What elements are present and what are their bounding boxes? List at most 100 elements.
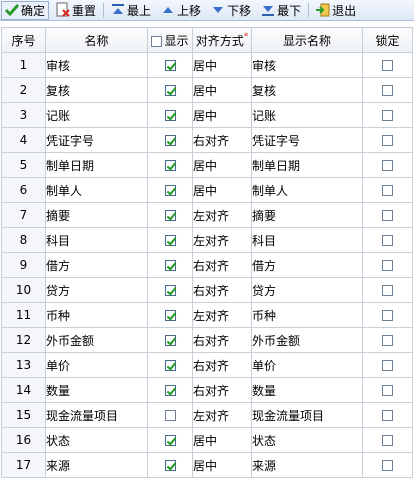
lock-checkbox[interactable] <box>382 360 393 371</box>
reset-button[interactable]: 重置 <box>53 1 99 20</box>
row-align[interactable]: 左对齐 <box>192 227 252 253</box>
show-checkbox[interactable] <box>164 285 176 296</box>
row-display-name[interactable]: 状态 <box>251 427 363 453</box>
move-bottom-button[interactable]: 最下 <box>258 1 304 20</box>
row-align[interactable]: 居中 <box>192 102 252 128</box>
row-lock-cell[interactable] <box>362 452 413 478</box>
table-row[interactable]: 12 外币金额 右对齐 外币金额 <box>1 327 413 353</box>
row-lock-cell[interactable] <box>362 102 413 128</box>
row-lock-cell[interactable] <box>362 377 413 403</box>
show-checkbox[interactable] <box>164 360 176 371</box>
table-row[interactable]: 6 制单人 居中 制单人 <box>1 177 413 203</box>
show-checkbox[interactable] <box>164 435 176 446</box>
row-align[interactable]: 左对齐 <box>192 302 252 328</box>
row-lock-cell[interactable] <box>362 252 413 278</box>
row-lock-cell[interactable] <box>362 277 413 303</box>
row-display-name[interactable]: 制单日期 <box>251 152 363 178</box>
row-lock-cell[interactable] <box>362 127 413 153</box>
exit-button[interactable]: 退出 <box>313 1 359 20</box>
row-align[interactable]: 居中 <box>192 77 252 103</box>
lock-checkbox[interactable] <box>382 435 393 446</box>
row-align[interactable]: 右对齐 <box>192 377 252 403</box>
table-row[interactable]: 11 币种 左对齐 币种 <box>1 302 413 328</box>
row-align[interactable]: 居中 <box>192 427 252 453</box>
table-row[interactable]: 2 复核 居中 复核 <box>1 77 413 103</box>
row-align[interactable]: 左对齐 <box>192 202 252 228</box>
table-row[interactable]: 3 记账 居中 记账 <box>1 102 413 128</box>
table-row[interactable]: 9 借方 右对齐 借方 <box>1 252 413 278</box>
row-show-cell[interactable] <box>147 377 193 403</box>
row-display-name[interactable]: 单价 <box>251 352 363 378</box>
row-show-cell[interactable] <box>147 402 193 428</box>
lock-checkbox[interactable] <box>382 85 393 96</box>
row-lock-cell[interactable] <box>362 352 413 378</box>
row-lock-cell[interactable] <box>362 302 413 328</box>
row-align[interactable]: 右对齐 <box>192 252 252 278</box>
row-display-name[interactable]: 外币金额 <box>251 327 363 353</box>
lock-checkbox[interactable] <box>382 335 393 346</box>
row-align[interactable]: 右对齐 <box>192 327 252 353</box>
row-show-cell[interactable] <box>147 77 193 103</box>
move-down-button[interactable]: 下移 <box>208 1 254 20</box>
row-display-name[interactable]: 币种 <box>251 302 363 328</box>
lock-checkbox[interactable] <box>382 185 393 196</box>
row-show-cell[interactable] <box>147 452 193 478</box>
row-display-name[interactable]: 借方 <box>251 252 363 278</box>
row-display-name[interactable]: 摘要 <box>251 202 363 228</box>
row-show-cell[interactable] <box>147 127 193 153</box>
row-display-name[interactable]: 来源 <box>251 452 363 478</box>
row-show-cell[interactable] <box>147 177 193 203</box>
row-lock-cell[interactable] <box>362 152 413 178</box>
table-row[interactable]: 1 审核 居中 审核 <box>1 52 413 78</box>
row-show-cell[interactable] <box>147 202 193 228</box>
row-align[interactable]: 居中 <box>192 452 252 478</box>
lock-checkbox[interactable] <box>382 235 393 246</box>
lock-checkbox[interactable] <box>382 285 393 296</box>
row-align[interactable]: 右对齐 <box>192 352 252 378</box>
show-checkbox[interactable] <box>164 160 176 171</box>
table-row[interactable]: 4 凭证字号 右对齐 凭证字号 <box>1 127 413 153</box>
show-checkbox[interactable] <box>164 385 176 396</box>
row-align[interactable]: 左对齐 <box>192 402 252 428</box>
row-display-name[interactable]: 凭证字号 <box>251 127 363 153</box>
row-show-cell[interactable] <box>147 327 193 353</box>
row-show-cell[interactable] <box>147 227 193 253</box>
row-display-name[interactable]: 数量 <box>251 377 363 403</box>
show-checkbox[interactable] <box>164 235 176 246</box>
table-row[interactable]: 8 科目 左对齐 科目 <box>1 227 413 253</box>
row-lock-cell[interactable] <box>362 202 413 228</box>
confirm-button[interactable]: 确定 <box>1 0 50 20</box>
table-row[interactable]: 16 状态 居中 状态 <box>1 427 413 453</box>
row-show-cell[interactable] <box>147 427 193 453</box>
show-checkbox[interactable] <box>164 110 176 121</box>
row-show-cell[interactable] <box>147 152 193 178</box>
row-align[interactable]: 居中 <box>192 52 252 78</box>
show-checkbox[interactable] <box>164 185 176 196</box>
show-checkbox[interactable] <box>164 410 176 421</box>
lock-checkbox[interactable] <box>382 260 393 271</box>
row-lock-cell[interactable] <box>362 427 413 453</box>
table-row[interactable]: 13 单价 右对齐 单价 <box>1 352 413 378</box>
table-row[interactable]: 14 数量 右对齐 数量 <box>1 377 413 403</box>
table-row[interactable]: 15 现金流量项目 左对齐 现金流量项目 <box>1 402 413 428</box>
row-lock-cell[interactable] <box>362 327 413 353</box>
row-lock-cell[interactable] <box>362 77 413 103</box>
lock-checkbox[interactable] <box>382 135 393 146</box>
table-row[interactable]: 7 摘要 左对齐 摘要 <box>1 202 413 228</box>
show-checkbox[interactable] <box>164 210 176 221</box>
lock-checkbox[interactable] <box>382 210 393 221</box>
row-lock-cell[interactable] <box>362 52 413 78</box>
row-align[interactable]: 居中 <box>192 177 252 203</box>
header-show[interactable]: 显示 <box>147 27 193 53</box>
lock-checkbox[interactable] <box>382 310 393 321</box>
row-lock-cell[interactable] <box>362 402 413 428</box>
show-all-checkbox[interactable] <box>151 35 163 47</box>
move-top-button[interactable]: 最上 <box>108 1 154 20</box>
table-row[interactable]: 10 贷方 右对齐 贷方 <box>1 277 413 303</box>
show-checkbox[interactable] <box>164 460 176 471</box>
show-checkbox[interactable] <box>164 60 176 71</box>
show-checkbox[interactable] <box>164 85 176 96</box>
move-up-button[interactable]: 上移 <box>158 1 204 20</box>
row-show-cell[interactable] <box>147 277 193 303</box>
row-lock-cell[interactable] <box>362 177 413 203</box>
